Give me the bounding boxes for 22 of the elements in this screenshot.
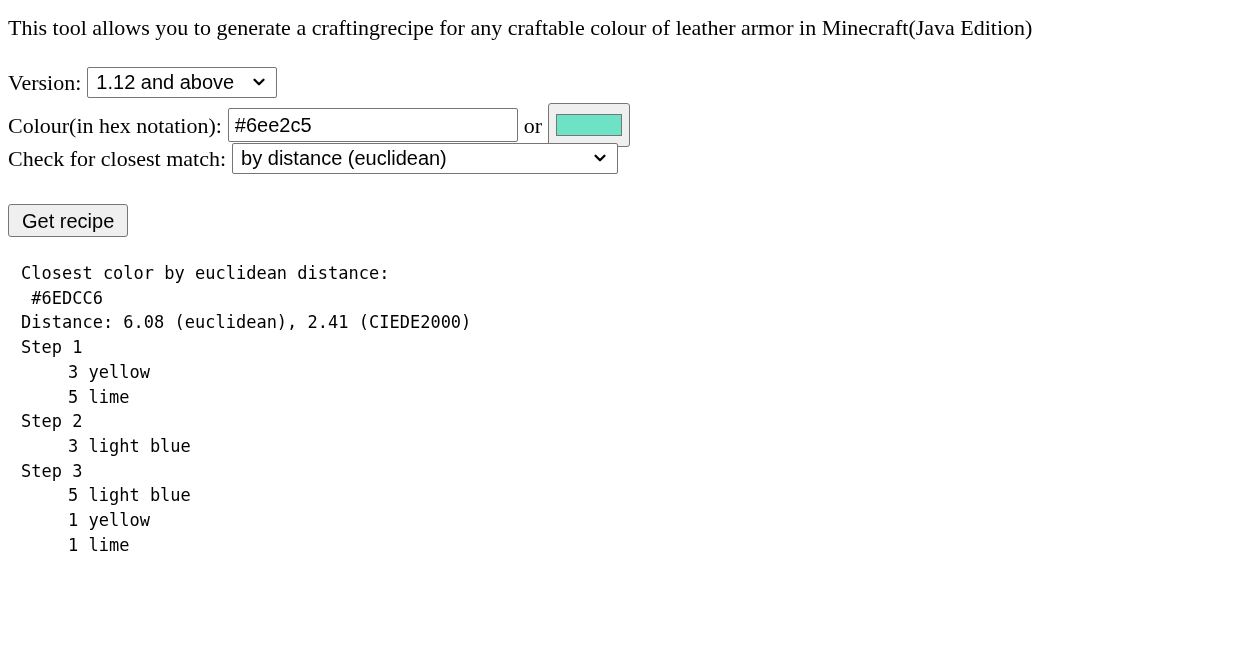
intro-text: This tool allows you to generate a craftingrecipe for any craftable colour of leather armor in Minecraft(Java Edition) (8, 14, 1034, 42)
get-recipe-button[interactable]: Get recipe (8, 204, 129, 237)
version-select[interactable]: 1.12 and above (87, 66, 278, 98)
or-label: or (523, 111, 543, 140)
result-distance: Distance: 6.08 (euclidean), 2.41 (CIEDE2000) (21, 311, 472, 335)
hex-input-field[interactable]: #6ee2c5 (227, 108, 518, 142)
colour-label: Colour(in hex notation): (8, 111, 222, 140)
match-select[interactable]: by distance (euclidean) (232, 142, 619, 174)
match-label: Check for closest match: (8, 144, 227, 173)
colour-picker-button[interactable] (548, 103, 631, 147)
step-ingredient: 1 yellow (68, 509, 150, 533)
step-ingredient: 3 light blue (68, 434, 191, 458)
step-label: Step 2 (21, 410, 83, 434)
step-ingredient: 5 lime (68, 385, 130, 409)
step-ingredient: 5 light blue (68, 484, 191, 508)
step-ingredient: 3 yellow (68, 360, 150, 384)
result-hex: #6EDCC6 (30, 286, 103, 310)
step-label: Step 1 (21, 336, 83, 360)
step-label: Step 3 (21, 459, 83, 483)
result-heading: Closest color by euclidean distance: (21, 262, 390, 285)
version-label: Version: (8, 68, 82, 97)
step-ingredient: 1 lime (68, 533, 130, 557)
